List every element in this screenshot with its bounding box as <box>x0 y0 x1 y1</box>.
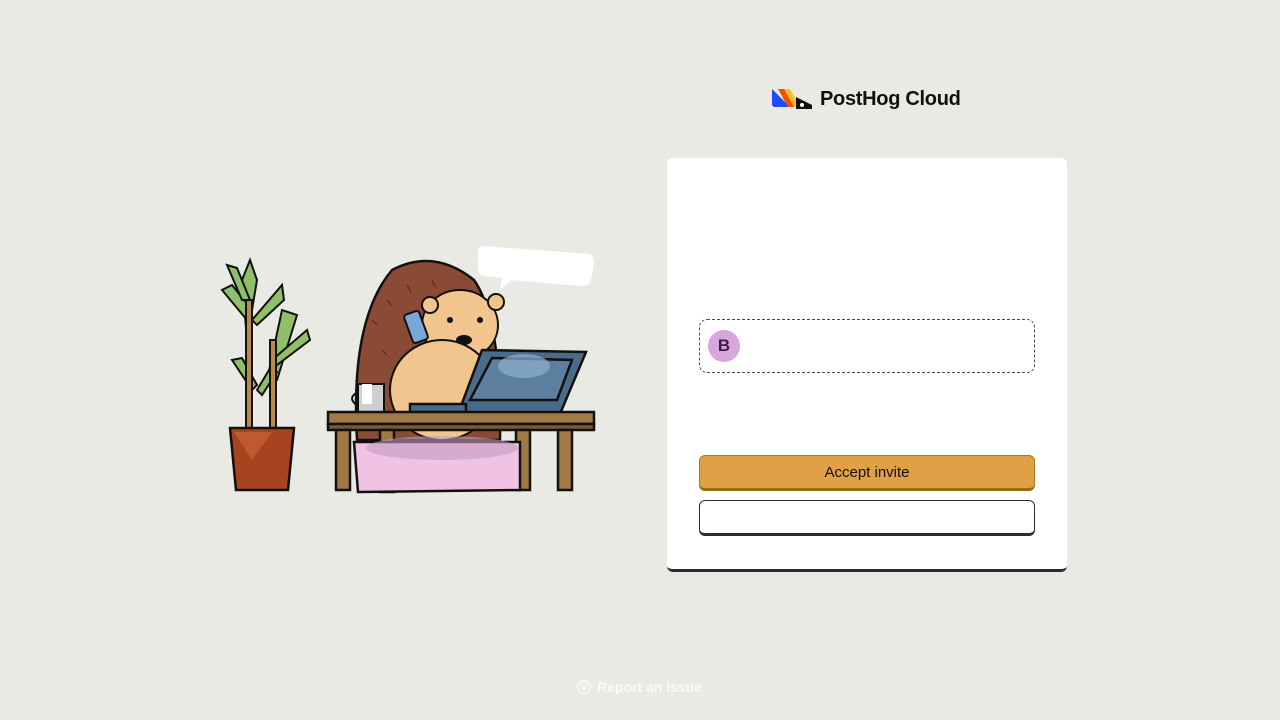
report-issue-link[interactable]: Report an issue <box>576 679 702 695</box>
hedgehog-at-desk-illustration <box>220 246 596 494</box>
invite-card: B Accept invite <box>667 158 1067 572</box>
report-issue-label: Report an issue <box>597 679 703 695</box>
accept-invite-button[interactable]: Accept invite <box>699 455 1035 491</box>
bug-icon <box>576 679 592 695</box>
posthog-logo-icon <box>772 89 812 109</box>
plant <box>220 257 312 397</box>
invite-organization-box: B <box>699 319 1035 373</box>
brand-name: PostHog Cloud <box>820 87 961 110</box>
secondary-button[interactable] <box>699 500 1035 536</box>
posthog-logo[interactable]: PostHog Cloud <box>772 86 961 112</box>
avatar: B <box>708 330 740 362</box>
speech-bubble <box>477 246 594 290</box>
